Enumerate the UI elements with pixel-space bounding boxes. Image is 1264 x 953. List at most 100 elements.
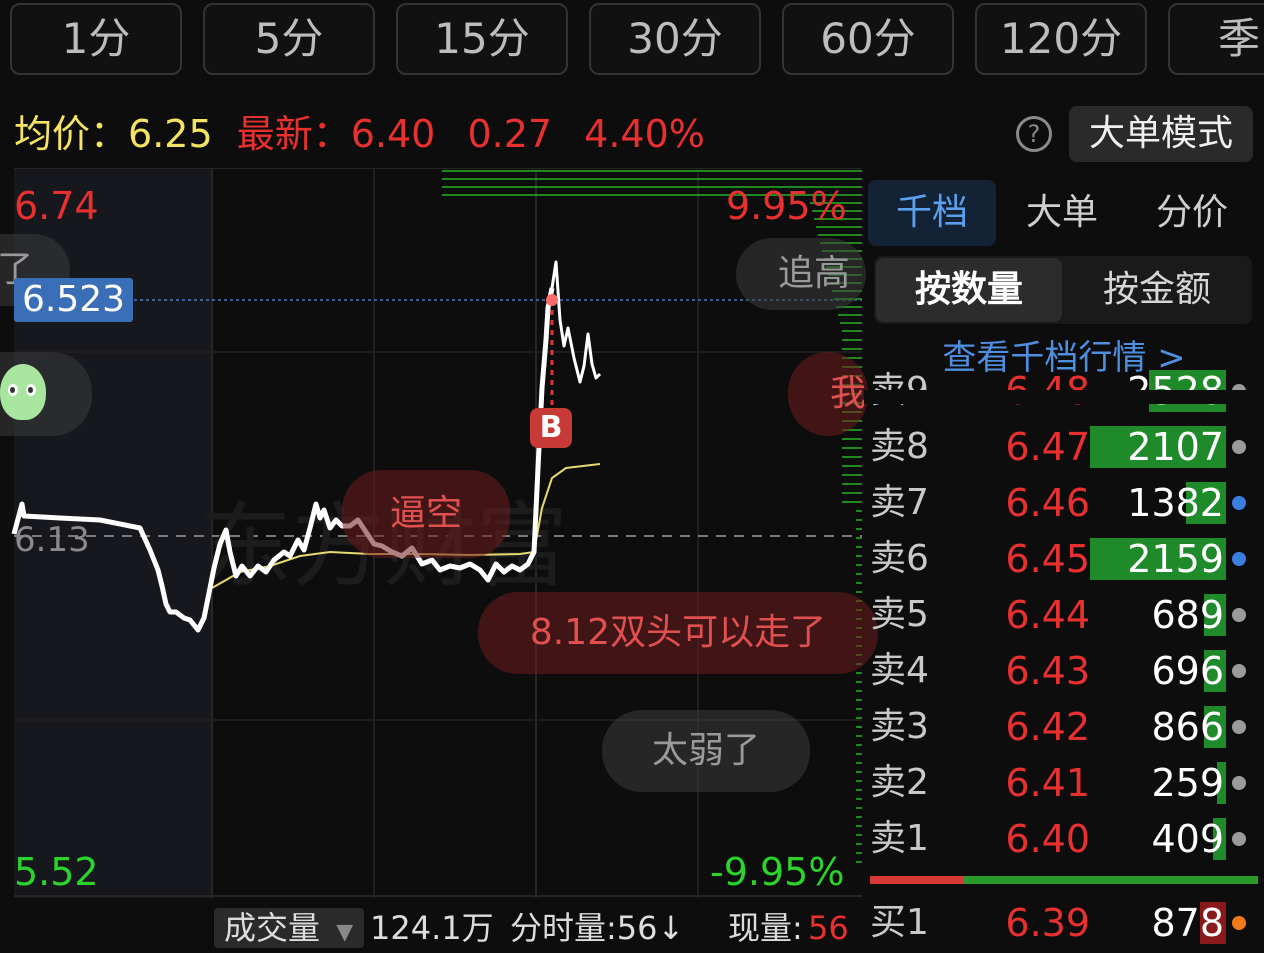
ask-row[interactable]: 卖6 6.45 2159	[864, 532, 1264, 586]
depth-bar	[842, 438, 862, 440]
level-label: 买1	[870, 902, 929, 943]
depth-bar	[842, 348, 862, 350]
depth-bar	[856, 762, 862, 764]
depth-bar	[842, 465, 862, 467]
depth-bar	[842, 501, 862, 503]
depth-bar	[856, 807, 862, 809]
level-quantity: 2107	[1127, 425, 1224, 469]
tick-volume: 分时量:56↓	[510, 909, 685, 947]
top-percent-label: 9.95%	[726, 184, 847, 228]
order-rows: 卖96.482528卖86.472107卖76.461382卖66.452159…	[864, 168, 1264, 944]
ask-row[interactable]: 卖8 6.47 2107	[864, 420, 1264, 474]
tab-60min[interactable]: 60分	[782, 3, 954, 75]
ask-row[interactable]: 卖1 6.40 409	[864, 812, 1264, 866]
comment-text: 追高	[778, 253, 851, 294]
comment-bubble[interactable]: 8.12双头可以走了	[478, 592, 878, 674]
bid-row[interactable]: 买1 6.39 878	[864, 896, 1264, 944]
depth-bar	[856, 555, 862, 557]
depth-bar	[856, 735, 862, 737]
help-icon[interactable]: ?	[1016, 116, 1052, 152]
depth-bar	[856, 573, 862, 575]
volume-indicator-select[interactable]: 成交量 ▼	[214, 908, 364, 948]
depth-bar	[842, 330, 862, 332]
status-dot-icon	[1232, 664, 1246, 678]
depth-bar	[856, 708, 862, 710]
depth-bar	[856, 528, 862, 530]
big-order-mode-button[interactable]: 大单模式	[1069, 106, 1253, 162]
comment-bubble[interactable]: 太弱了	[602, 710, 810, 792]
tab-120min[interactable]: 120分	[975, 3, 1147, 75]
depth-bar	[856, 537, 862, 539]
depth-bar	[856, 798, 862, 800]
tab-season[interactable]: 季	[1168, 3, 1264, 75]
depth-bar	[818, 234, 862, 236]
tab-1min[interactable]: 1分	[10, 3, 182, 75]
depth-bar	[856, 546, 862, 548]
status-dot-icon	[1232, 440, 1246, 454]
ask-row[interactable]: 卖3 6.42 866	[864, 700, 1264, 754]
depth-bar	[856, 699, 862, 701]
comment-text: 我	[830, 373, 867, 414]
level-label: 卖4	[870, 650, 929, 691]
level-label: 卖2	[870, 762, 929, 803]
level-price: 6.45	[1005, 537, 1090, 581]
level-price: 6.41	[1005, 761, 1090, 805]
current-volume-label: 现量:	[728, 909, 803, 947]
level-label: 卖8	[870, 426, 929, 467]
depth-bar	[856, 582, 862, 584]
status-dot-icon	[1232, 496, 1246, 510]
comment-bubble[interactable]: 我	[788, 352, 868, 436]
latest-price-label: 最新：	[236, 112, 351, 156]
bid-ask-ratio-bar	[870, 876, 1258, 884]
comment-bubble[interactable]: 逼空	[342, 470, 510, 558]
depth-bar	[856, 753, 862, 755]
comment-text: 逼空	[389, 493, 462, 534]
depth-bar	[856, 816, 862, 818]
ask-ratio	[870, 876, 964, 884]
top-price-label: 6.74	[14, 184, 99, 228]
level-price: 6.43	[1005, 649, 1090, 693]
current-volume-value: 56	[808, 909, 849, 947]
depth-bar	[856, 843, 862, 845]
depth-bar	[442, 170, 862, 172]
depth-bar	[856, 726, 862, 728]
level-quantity: 259	[1151, 761, 1224, 805]
tab-30min[interactable]: 30分	[589, 3, 761, 75]
bottom-price-label: 5.52	[14, 850, 99, 894]
crosshair-price-tag: 6.523	[14, 278, 134, 322]
tab-5min[interactable]: 5分	[203, 3, 375, 75]
level-label: 卖3	[870, 706, 929, 747]
status-dot-icon	[1232, 720, 1246, 734]
level-price: 6.47	[1005, 425, 1090, 469]
depth-bar	[856, 510, 862, 512]
volume-select-label: 成交量	[224, 909, 321, 947]
depth-bar	[856, 681, 862, 683]
intraday-chart[interactable]: 东方财富 了 追高 我 逼空 8.12双头可以走了 太弱了 6.74 5.52 …	[0, 168, 878, 898]
depth-bar	[856, 825, 862, 827]
depth-bar	[838, 314, 862, 316]
ask-row[interactable]: 卖2 6.41 259	[864, 756, 1264, 810]
level-label: 卖1	[870, 818, 929, 859]
tab-15min[interactable]: 15分	[396, 3, 568, 75]
level-label: 卖5	[870, 594, 929, 635]
level-label: 卖6	[870, 538, 929, 579]
ask-row[interactable]: 卖4 6.43 696	[864, 644, 1264, 698]
depth-bar	[842, 492, 862, 494]
quote-info-bar: 均价：6.25 最新：6.40 0.27 4.40%	[14, 108, 705, 160]
ask-row[interactable]: 卖7 6.46 1382	[864, 476, 1264, 530]
comment-text: 太弱了	[651, 730, 760, 771]
level-price: 6.42	[1005, 705, 1090, 749]
depth-bar	[856, 852, 862, 854]
depth-bar	[442, 178, 862, 180]
buy-marker-badge[interactable]: B	[530, 408, 572, 448]
level-quantity: 2159	[1127, 537, 1224, 581]
comment-bubble[interactable]: 追高	[736, 238, 866, 310]
avg-price-label: 均价：	[14, 112, 129, 156]
depth-bar	[856, 564, 862, 566]
depth-bar	[842, 483, 862, 485]
status-dot-icon	[1232, 552, 1246, 566]
ask-row[interactable]: 卖5 6.44 689	[864, 588, 1264, 642]
level-quantity: 1382	[1127, 481, 1224, 525]
period-tabs: 1分 5分 15分 30分 60分 120分 季	[0, 0, 1264, 82]
prev-close-label: 6.13	[14, 520, 90, 560]
